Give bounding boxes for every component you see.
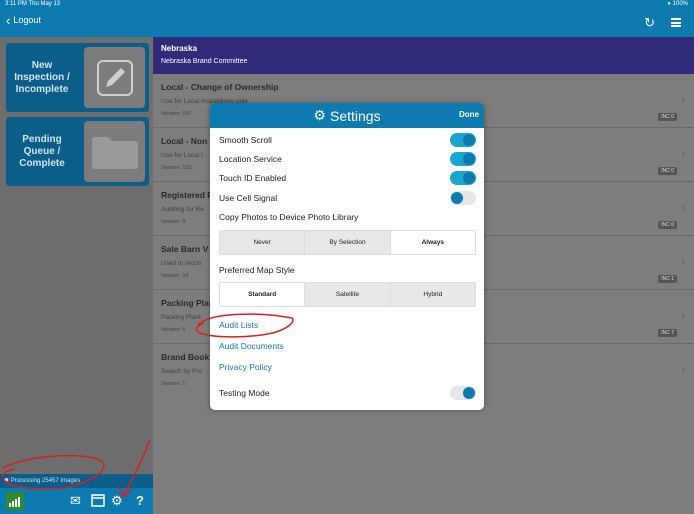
map-hybrid-option[interactable]: Hybrid [391, 283, 475, 306]
hamburger-menu-icon[interactable] [671, 18, 681, 27]
copy-never-option[interactable]: Never [220, 231, 306, 254]
inc-badge: INC 7 [658, 329, 677, 337]
refresh-icon[interactable]: ↻ [644, 15, 655, 31]
processing-text: Processing 25457 Images [10, 478, 81, 484]
gears-icon: ⚙ [313, 107, 326, 123]
settings-modal: ⚙ Settings Done Smooth Scroll Location S… [210, 103, 484, 410]
chevron-right-icon: › [681, 256, 685, 268]
audit-lists-link[interactable]: Audit Lists [219, 320, 258, 330]
copy-photos-text: Copy Photos to Device Photo Library [219, 212, 359, 222]
done-button[interactable]: Done [459, 110, 479, 119]
bottom-toolbar: ✉ ⚙ ? [0, 488, 153, 514]
map-standard-option[interactable]: Standard [220, 283, 306, 306]
inc-badge: INC 0 [658, 167, 677, 175]
cell-signal-toggle[interactable] [450, 191, 476, 205]
touch-id-toggle[interactable] [450, 171, 476, 185]
region-org: Nebraska Brand Committee [161, 58, 248, 65]
region-state: Nebraska [161, 44, 198, 53]
settings-header: ⚙ Settings Done [210, 103, 484, 128]
pencil-icon [84, 47, 145, 108]
toggle-label: Location Service [219, 154, 282, 164]
chevron-right-icon: › [681, 310, 685, 322]
inc-badge: INC 1 [658, 275, 677, 283]
battery-indicator: ● 100% [667, 1, 688, 7]
logout-button[interactable]: ‹ Logout [6, 12, 41, 28]
inc-badge: INC 0 [658, 113, 677, 121]
logout-label: Logout [13, 15, 41, 25]
map-style-text: Preferred Map Style [219, 265, 295, 275]
chevron-left-icon: ‹ [6, 12, 11, 28]
map-style-segmented: Standard Satellite Hybrid [219, 282, 476, 307]
pending-queue-tile[interactable]: Pending Queue / Complete [6, 117, 149, 186]
help-icon[interactable]: ? [136, 493, 144, 508]
status-bar: 3:11 PM Thu May 13 ● 100% [0, 0, 694, 9]
smooth-scroll-toggle[interactable] [450, 133, 476, 147]
gears-icon[interactable]: ⚙ [111, 493, 123, 509]
folder-icon [84, 121, 145, 182]
signal-icon[interactable] [6, 492, 24, 513]
toggle-label: Smooth Scroll [219, 135, 272, 145]
left-header: ‹ Logout [0, 9, 153, 37]
inc-badge: INC 0 [658, 221, 677, 229]
chevron-right-icon: › [681, 148, 685, 160]
copy-always-option[interactable]: Always [390, 231, 475, 254]
location-service-toggle[interactable] [450, 152, 476, 166]
calendar-icon[interactable] [91, 493, 105, 510]
privacy-policy-link[interactable]: Privacy Policy [219, 362, 272, 372]
chevron-right-icon: › [681, 202, 685, 214]
touch-id-row: Touch ID Enabled [219, 171, 476, 185]
smooth-scroll-row: Smooth Scroll [219, 133, 476, 147]
chevron-right-icon: › [681, 94, 685, 106]
audit-documents-link[interactable]: Audit Documents [219, 341, 284, 351]
status-time: 3:11 PM Thu May 13 [5, 1, 61, 7]
tile-label: Pending Queue / Complete [19, 133, 65, 169]
spinner-icon: ✹ [4, 478, 10, 484]
copy-by-selection-option[interactable]: By Selection [305, 231, 391, 254]
location-service-row: Location Service [219, 152, 476, 166]
new-inspection-tile[interactable]: New Inspection / Incomplete [6, 43, 149, 112]
top-bar: ↻ [153, 9, 694, 37]
battery-percent: 100% [672, 1, 688, 7]
region-header: Nebraska Nebraska Brand Committee [153, 37, 694, 74]
item-title: Local - Change of Ownership [161, 82, 279, 92]
copy-photos-segmented: Never By Selection Always [219, 230, 476, 255]
testing-mode-toggle[interactable] [450, 386, 476, 400]
settings-title: Settings [329, 107, 381, 124]
tile-label: New Inspection / Incomplete [14, 59, 70, 95]
mail-icon[interactable]: ✉ [70, 493, 81, 509]
toggle-label: Use Cell Signal [219, 193, 278, 203]
map-style-label: Preferred Map Style [219, 263, 476, 277]
chevron-right-icon: › [681, 364, 685, 376]
cell-signal-row: Use Cell Signal [219, 191, 476, 205]
toggle-label: Testing Mode [219, 388, 270, 398]
copy-photos-label: Copy Photos to Device Photo Library [219, 210, 476, 224]
testing-mode-row: Testing Mode [219, 386, 476, 400]
sidebar: New Inspection / Incomplete Pending Queu… [0, 37, 153, 514]
toggle-label: Touch ID Enabled [219, 173, 287, 183]
map-satellite-option[interactable]: Satellite [305, 283, 391, 306]
processing-status: ✹ Processing 25457 Images [0, 474, 153, 488]
